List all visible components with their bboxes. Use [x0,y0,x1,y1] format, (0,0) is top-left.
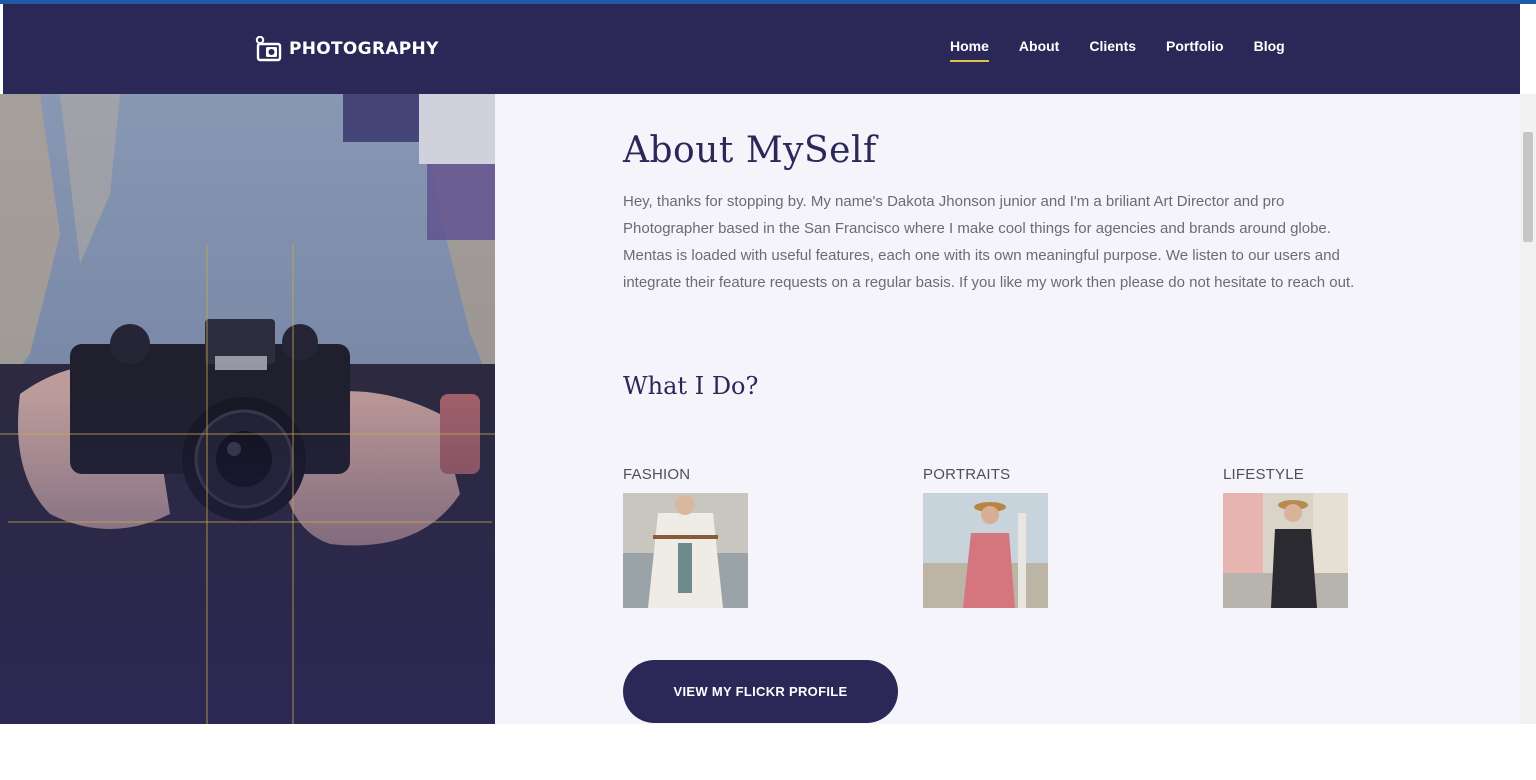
about-section: About MySelf Hey, thanks for stopping by… [495,94,1520,724]
about-paragraph: Hey, thanks for stopping by. My name's D… [623,193,1355,291]
scrollbar-thumb[interactable] [1523,132,1533,242]
portraits-thumbnail[interactable] [923,493,1048,608]
page-scrollbar[interactable] [1520,94,1536,724]
service-portraits[interactable]: PORTRAITS [923,466,1048,608]
service-label: LIFESTYLE [1223,466,1304,483]
lifestyle-thumbnail[interactable] [1223,493,1348,608]
nav-portfolio[interactable]: Portfolio [1166,38,1224,60]
service-label: FASHION [623,466,691,483]
site-header: PHOTOGRAPHY Home About Clients Portfolio… [3,4,1520,94]
main-nav: Home About Clients Portfolio Blog [950,38,1285,62]
logo-text: PHOTOGRAPHY [289,39,439,59]
view-flickr-profile-button[interactable]: VIEW MY FLICKR PROFILE [623,660,898,723]
service-fashion[interactable]: FASHION [623,466,748,608]
service-label: PORTRAITS [923,466,1011,483]
nav-blog[interactable]: Blog [1254,38,1285,60]
site-logo[interactable]: PHOTOGRAPHY [255,36,439,62]
fashion-thumbnail[interactable] [623,493,748,608]
nav-clients[interactable]: Clients [1089,38,1136,60]
what-i-do-title: What I Do? [623,372,759,400]
nav-about[interactable]: About [1019,38,1059,60]
photographer-hero-image [0,94,495,724]
about-title: About MySelf [623,130,877,171]
camera-icon [255,36,282,62]
nav-home[interactable]: Home [950,38,989,62]
service-lifestyle[interactable]: LIFESTYLE [1223,466,1348,608]
